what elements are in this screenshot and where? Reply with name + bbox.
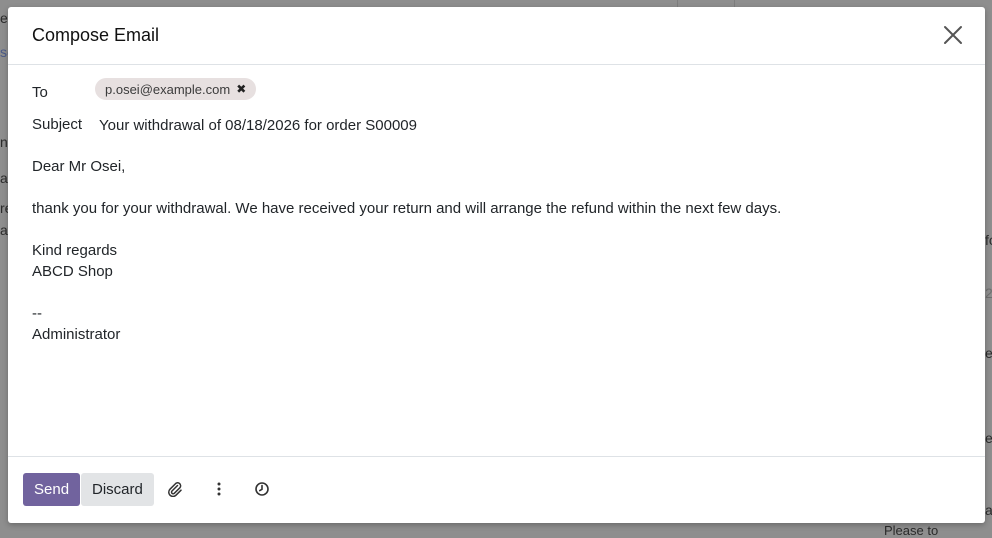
body-line [32, 282, 961, 303]
body-line [32, 177, 961, 198]
discard-button[interactable]: Discard [81, 473, 154, 506]
close-icon [944, 26, 962, 44]
schedule-send-button[interactable] [252, 479, 272, 499]
body-line: Kind regards [32, 242, 118, 259]
clock-icon [255, 482, 269, 496]
bg-text: n [0, 134, 8, 150]
body-line: ABCD Shop [32, 263, 113, 280]
subject-input[interactable]: Your withdrawal of 08/18/2026 for order … [99, 117, 417, 134]
more-options-button[interactable] [209, 479, 229, 499]
dialog-header: Compose Email [8, 7, 985, 65]
bg-text: fo [985, 232, 992, 248]
remove-tag-icon[interactable]: ✖ [236, 82, 246, 96]
bg-text: Please to [884, 523, 939, 538]
bg-text: 2 [985, 285, 992, 301]
send-button[interactable]: Send [23, 473, 81, 506]
bg-text: er [985, 345, 992, 361]
paperclip-icon [168, 482, 182, 497]
bg-divider [677, 0, 678, 7]
close-button[interactable] [941, 23, 965, 47]
body-line [32, 219, 961, 240]
bg-text: e. [985, 430, 992, 446]
subject-label: Subject [32, 116, 83, 133]
body-line: Administrator [32, 326, 121, 343]
more-options-icon [217, 482, 221, 496]
to-label: To [32, 84, 48, 101]
recipient-tag[interactable]: p.osei@example.com ✖ [95, 78, 257, 100]
to-field: To p.osei@example.com ✖ [32, 78, 961, 110]
body-line: Dear Mr Osei, [32, 158, 126, 175]
bg-divider [734, 0, 735, 7]
compose-email-dialog: Compose Email To p.osei@example.com ✖ Su… [8, 7, 985, 523]
dialog-title: Compose Email [32, 25, 160, 45]
subject-field: Subject Your withdrawal of 08/18/2026 fo… [32, 116, 961, 142]
bg-text: a [985, 502, 992, 518]
dialog-footer: Send Discard [8, 456, 985, 523]
attach-file-button[interactable] [165, 479, 185, 499]
body-line: thank you for your withdrawal. We have r… [32, 200, 782, 217]
body-line: -- [32, 305, 42, 322]
email-body-editor[interactable]: Dear Mr Osei, thank you for your withdra… [32, 156, 961, 345]
recipient-email: p.osei@example.com [105, 81, 231, 97]
